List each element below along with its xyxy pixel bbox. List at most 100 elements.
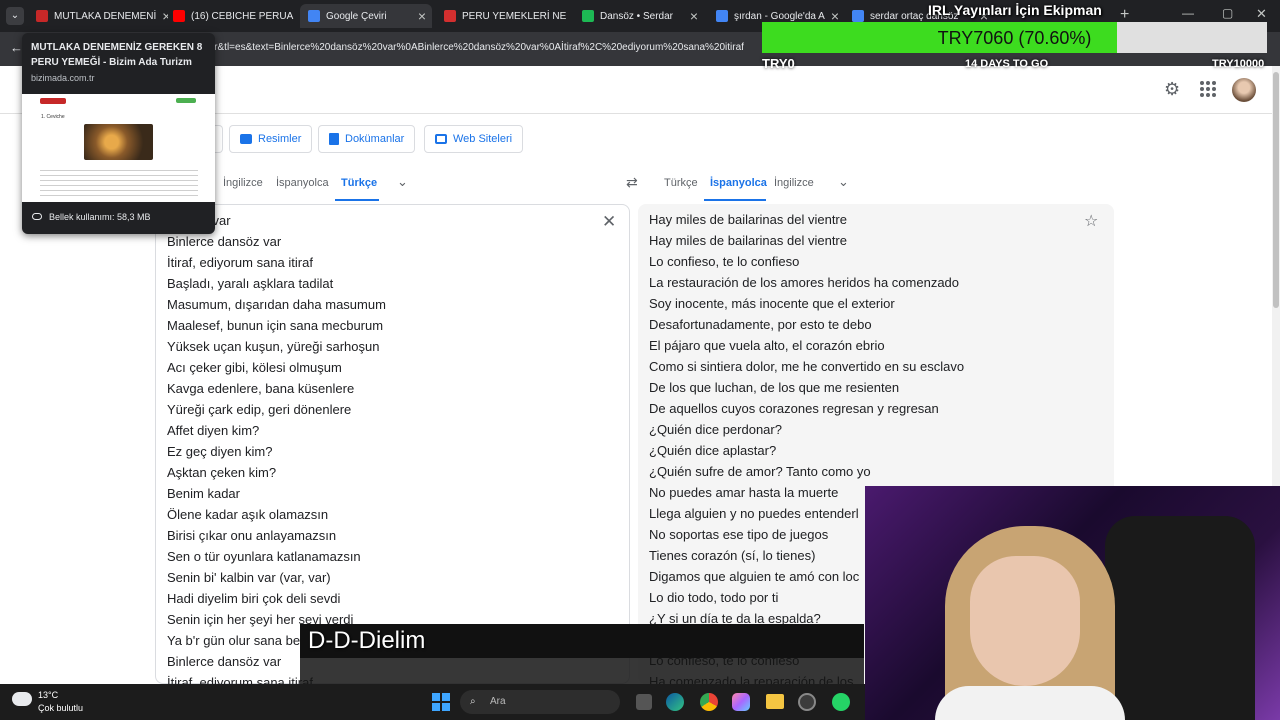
tab-favicon-icon [582, 10, 594, 22]
translation-line: De aquellos cuyos corazones regresan y r… [649, 401, 939, 416]
translation-line: ¿Quién sufre de amor? Tanto como yo [649, 464, 871, 479]
hover-card-memory: Bellek kullanımı: 58,3 MB [49, 212, 151, 222]
preview-text-lines [40, 168, 198, 196]
hover-card-domain: bizimada.com.tr [31, 73, 95, 83]
maximize-button[interactable]: ▢ [1222, 6, 1233, 20]
tab-favicon-icon [716, 10, 728, 22]
source-line: Aşktan çeken kim? [167, 465, 277, 480]
source-text-panel[interactable]: dansöz varBinlerce dansöz varİtiraf, edi… [155, 204, 630, 690]
source-line: Maalesef, bunun için sana mecburum [167, 318, 384, 333]
minimize-button[interactable]: — [1182, 6, 1194, 20]
weather-cloud-icon[interactable] [12, 692, 32, 706]
target-lang-spanish[interactable]: İspanyolca [710, 177, 767, 189]
tab-title: Dansöz • Serdar [600, 10, 673, 22]
preview-nav-button [176, 98, 196, 103]
tab-favicon-icon [36, 10, 48, 22]
source-line: Affet diyen kim? [167, 423, 260, 438]
source-line: Ez geç diyen kim? [167, 444, 273, 459]
tab-favicon-icon [173, 10, 185, 22]
translation-line: Soy inocente, más inocente que el exteri… [649, 296, 895, 311]
website-icon [435, 134, 447, 144]
donation-goal-overlay: IRL Yayınları İçin Ekipman TRY7060 (70.6… [762, 2, 1267, 75]
taskbar-search-label: Ara [490, 696, 506, 707]
task-view-icon[interactable] [636, 694, 652, 710]
start-windows-icon[interactable] [432, 693, 450, 711]
tab-close-icon[interactable]: × [412, 8, 432, 24]
settings-gear-icon[interactable]: ⚙ [1164, 80, 1182, 98]
documents-chip[interactable]: Dokümanlar [318, 125, 416, 153]
target-lang-turkish[interactable]: Türkçe [664, 177, 698, 189]
translation-line: ¿Quién dice perdonar? [649, 422, 782, 437]
translation-line: ¿Quién dice aplastar? [649, 443, 777, 458]
images-chip[interactable]: Resimler [229, 125, 313, 153]
save-star-icon[interactable]: ☆ [1084, 211, 1098, 231]
target-lang-underline [704, 199, 766, 201]
source-textarea[interactable]: dansöz varBinlerce dansöz varİtiraf, edi… [167, 210, 386, 693]
tab-close-icon[interactable]: × [684, 8, 704, 24]
streamer-shirt [935, 686, 1125, 720]
source-line: Hadi diyelim biri çok deli sevdi [167, 591, 341, 606]
avatar[interactable] [1232, 78, 1256, 102]
websites-chip[interactable]: Web Siteleri [424, 125, 524, 153]
target-lang-dropdown-icon[interactable]: ⌄ [838, 174, 849, 190]
tab-title: MUTLAKA DENEMENİ [54, 10, 157, 22]
xbox-icon[interactable] [798, 693, 816, 711]
tab[interactable]: PERU YEMEKLERİ NE× [436, 4, 571, 28]
apps-grid-icon[interactable] [1200, 81, 1216, 97]
source-line: İtiraf, ediyorum sana itiraf [167, 255, 313, 270]
images-chip-label: Resimler [258, 133, 302, 145]
tab-favicon-icon [444, 10, 456, 22]
translation-line: De los que luchan, de los que me resient… [649, 380, 900, 395]
weather-temp[interactable]: 13°C [38, 690, 58, 700]
address-bar[interactable]: /?sl=tr&tl=es&text=Binlerce%20dansöz%20v… [190, 36, 840, 60]
tab-search-button[interactable]: ⌄ [6, 7, 24, 25]
target-lang-english[interactable]: İngilizce [774, 177, 814, 189]
translation-line: El pájaro que vuela alto, el corazón ebr… [649, 338, 885, 353]
tab-close-icon[interactable]: × [566, 8, 571, 24]
source-line: Yüksek uçan kuşun, yüreği sarhoşun [167, 339, 380, 354]
file-explorer-icon[interactable] [766, 694, 784, 709]
translation-line: Lo confieso, te lo confieso [649, 254, 800, 269]
source-line: Binlerce dansöz var [167, 234, 282, 249]
preview-heading: 1. Ceviche [41, 114, 65, 120]
taskbar-search-box[interactable]: ⌕ Ara [460, 690, 620, 714]
tab[interactable]: (16) CEBICHE PERUA× [165, 4, 295, 28]
preview-logo [40, 98, 66, 104]
tab-favicon-icon [308, 10, 320, 22]
image-icon [240, 134, 252, 144]
clear-source-icon[interactable]: ✕ [602, 212, 616, 232]
source-line: Senin bi' kalbin var (var, var) [167, 570, 331, 585]
translation-line: Como si sintiera dolor, me he convertido… [649, 359, 965, 374]
chrome-icon[interactable] [700, 693, 718, 711]
source-lang-underline [335, 199, 379, 201]
source-line: Kavga edenlere, bana küsenlere [167, 381, 355, 396]
stream-subtitle: D-D-Dielim [300, 624, 864, 658]
tab[interactable]: Google Çeviri × [300, 4, 432, 28]
tab-title: Google Çeviri [326, 10, 387, 22]
source-lang-dropdown-icon[interactable]: ⌄ [397, 174, 408, 190]
scrollbar-thumb[interactable] [1273, 72, 1279, 308]
source-lang-english[interactable]: İngilizce [223, 177, 263, 189]
weather-desc[interactable]: Çok bulutlu [38, 703, 83, 713]
edge-icon[interactable] [666, 693, 684, 711]
goal-min: TRY0 [762, 56, 795, 71]
copilot-icon[interactable] [732, 693, 750, 711]
source-line: Sen o tür oyunlara katlanamazsın [167, 549, 361, 564]
tab-close-icon[interactable]: × [293, 8, 295, 24]
tab[interactable]: Dansöz • Serdar × [574, 4, 704, 28]
preview-food-image [84, 124, 153, 160]
source-line: Ölene kadar aşık olamazsın [167, 507, 329, 522]
source-lang-turkish[interactable]: Türkçe [341, 177, 377, 189]
tab-title: (16) CEBICHE PERUA [191, 10, 294, 22]
swap-languages-icon[interactable]: ⇄ [626, 174, 638, 191]
hover-card-preview: 1. Ceviche [22, 94, 215, 202]
streamer-webcam [865, 486, 1280, 720]
hover-card-title: MUTLAKA DENEMENİZ GEREKEN 8 PERU YEMEĞİ … [31, 42, 203, 68]
source-lang-spanish[interactable]: İspanyolca [276, 177, 329, 189]
whatsapp-icon[interactable] [832, 693, 850, 711]
source-line: Yüreği çark edip, geri dönenlere [167, 402, 352, 417]
streamer-face [970, 556, 1080, 686]
tab[interactable]: MUTLAKA DENEMENİ × [28, 4, 168, 28]
source-line: Benim kadar [167, 486, 240, 501]
source-line: Acı çeker gibi, kölesi olmuşum [167, 360, 342, 375]
